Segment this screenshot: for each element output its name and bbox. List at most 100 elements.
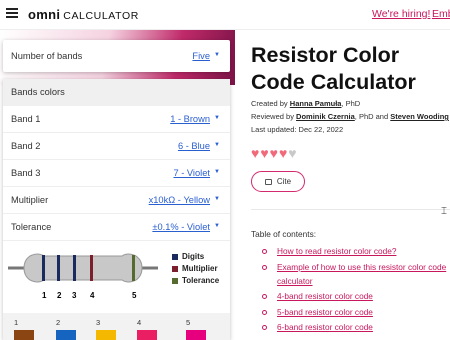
column-number: 4 [137, 318, 142, 327]
legend-swatch [172, 265, 178, 272]
chevron-down-icon[interactable]: ▼ [214, 169, 220, 175]
toc-item[interactable]: How to read resistor color code? [262, 244, 450, 258]
toc-item[interactable]: 4-band resistor color code [262, 289, 450, 303]
band-row: Multiplier x10kΩ - Yellow ▼ [3, 187, 230, 214]
reviewed-mid: , PhD and [354, 112, 391, 121]
quote-icon [264, 178, 272, 185]
band-row: Band 2 6 - Blue ▼ [3, 133, 230, 160]
band-number: 5 [132, 291, 137, 300]
table-of-contents: How to read resistor color code? Example… [262, 244, 450, 336]
color-swatch [96, 330, 116, 340]
reviewer-link[interactable]: Steven Wooding [390, 112, 449, 121]
column-number: 1 [14, 318, 19, 327]
bullet-icon [262, 264, 267, 270]
logo-brand: omni [28, 7, 61, 22]
toc-item[interactable]: 6-band resistor color code [262, 320, 450, 334]
created-by: Created by Hanna Pamuła, PhD [251, 99, 360, 108]
heart-icon[interactable]: ♥ [270, 145, 278, 161]
legend-swatch [172, 253, 178, 260]
author-link[interactable]: Hanna Pamuła [290, 99, 342, 108]
created-prefix: Created by [251, 99, 290, 108]
toc-link[interactable]: 6-band resistor color code [277, 322, 373, 332]
chevron-down-icon[interactable]: ▼ [214, 196, 220, 202]
legend-item-multiplier: Multiplier [172, 264, 219, 273]
resistor-illustration: 1 2 3 4 5 [8, 253, 158, 300]
color-swatch [14, 330, 34, 340]
heart-icon[interactable]: ♥ [288, 145, 296, 161]
page-title: Resistor Color Code Calculator [251, 43, 416, 94]
resistor-band-2 [57, 255, 60, 281]
tolerance-select[interactable]: ±0.1% - Violet [152, 222, 210, 232]
column-number: 3 [96, 318, 101, 327]
hiring-link[interactable]: We're hiring! [372, 8, 430, 20]
band-number: 2 [57, 291, 62, 300]
section-title: Bands colors [11, 87, 65, 97]
band-number: 3 [72, 291, 77, 300]
heart-icon[interactable]: ♥ [251, 145, 259, 161]
color-swatch [186, 330, 206, 340]
legend-label: Digits [182, 252, 205, 261]
chevron-down-icon[interactable]: ▼ [214, 223, 220, 229]
bullet-icon [262, 309, 267, 315]
number-of-bands-select[interactable]: Five [192, 51, 210, 61]
resistor-body [23, 253, 143, 283]
created-suffix: , PhD [341, 99, 361, 108]
chevron-down-icon[interactable]: ▼ [214, 115, 220, 121]
resistor-band-4 [90, 255, 93, 281]
band-2-select[interactable]: 6 - Blue [178, 141, 210, 151]
number-of-bands-label: Number of bands [11, 51, 83, 61]
section-header: Bands colors [3, 79, 230, 106]
band-label: Band 3 [11, 168, 41, 178]
bullet-icon [262, 249, 267, 254]
resistor-band-3 [73, 255, 76, 281]
menu-icon[interactable] [6, 8, 18, 18]
last-updated: Last updated: Dec 22, 2022 [251, 125, 344, 134]
number-of-bands-row: Number of bands Five ▼ [3, 40, 230, 72]
band-row: Tolerance ±0.1% - Violet ▼ [3, 214, 230, 241]
legend-label: Multiplier [182, 264, 218, 273]
legend-item-digits: Digits [172, 252, 219, 261]
multiplier-label: Multiplier [11, 195, 49, 205]
color-swatch [137, 330, 157, 340]
legend-swatch [172, 277, 178, 284]
column-number: 5 [186, 318, 191, 327]
legend-label: Tolerance [182, 276, 220, 285]
logo[interactable]: omni CALCULATOR [28, 7, 139, 22]
toc-link[interactable]: Example of how to use this resistor colo… [277, 262, 446, 286]
reviewer-link[interactable]: Dominik Czernia [296, 112, 355, 121]
rating[interactable]: ♥ ♥ ♥ ♥ ♥ [251, 145, 298, 161]
toc-link[interactable]: How to read resistor color code? [277, 246, 396, 256]
column-number: 2 [56, 318, 61, 327]
color-swatch [56, 330, 76, 340]
embed-link[interactable]: Emb [432, 8, 450, 20]
band-number: 1 [42, 291, 47, 300]
legend-item-tolerance: Tolerance [172, 276, 219, 285]
band-number: 4 [90, 291, 95, 300]
logo-sub: CALCULATOR [63, 10, 139, 22]
reviewed-by: Reviewed by Dominik Czernia, PhD and Ste… [251, 112, 449, 121]
toc-link[interactable]: 4-band resistor color code [277, 291, 373, 301]
heart-icon[interactable]: ♥ [279, 145, 287, 161]
cursor-icon: ⌶ [441, 206, 447, 217]
chevron-down-icon[interactable]: ▼ [214, 52, 220, 58]
band-1-select[interactable]: 1 - Brown [170, 114, 210, 124]
multiplier-select[interactable]: x10kΩ - Yellow [149, 195, 210, 205]
band-3-select[interactable]: 7 - Violet [173, 168, 210, 178]
chevron-down-icon[interactable]: ▼ [214, 142, 220, 148]
bullet-icon [262, 294, 267, 299]
number-of-bands-card: Number of bands Five ▼ [3, 40, 230, 72]
toc-link[interactable]: 5-band resistor color code [277, 307, 373, 317]
band-label: Band 2 [11, 141, 41, 151]
heart-icon[interactable]: ♥ [260, 145, 268, 161]
toc-title: Table of contents: [251, 229, 317, 239]
resistor-band-5 [132, 255, 135, 281]
band-row: Band 1 1 - Brown ▼ [3, 106, 230, 133]
tolerance-label: Tolerance [11, 222, 52, 232]
toc-item[interactable]: Example of how to use this resistor colo… [262, 260, 450, 288]
resistor-band-1 [42, 255, 45, 281]
reviewed-prefix: Reviewed by [251, 112, 297, 121]
cite-button[interactable]: Cite [251, 171, 305, 192]
band-row: Band 3 7 - Violet ▼ [3, 160, 230, 187]
divider [251, 209, 450, 210]
toc-item[interactable]: 5-band resistor color code [262, 305, 450, 319]
